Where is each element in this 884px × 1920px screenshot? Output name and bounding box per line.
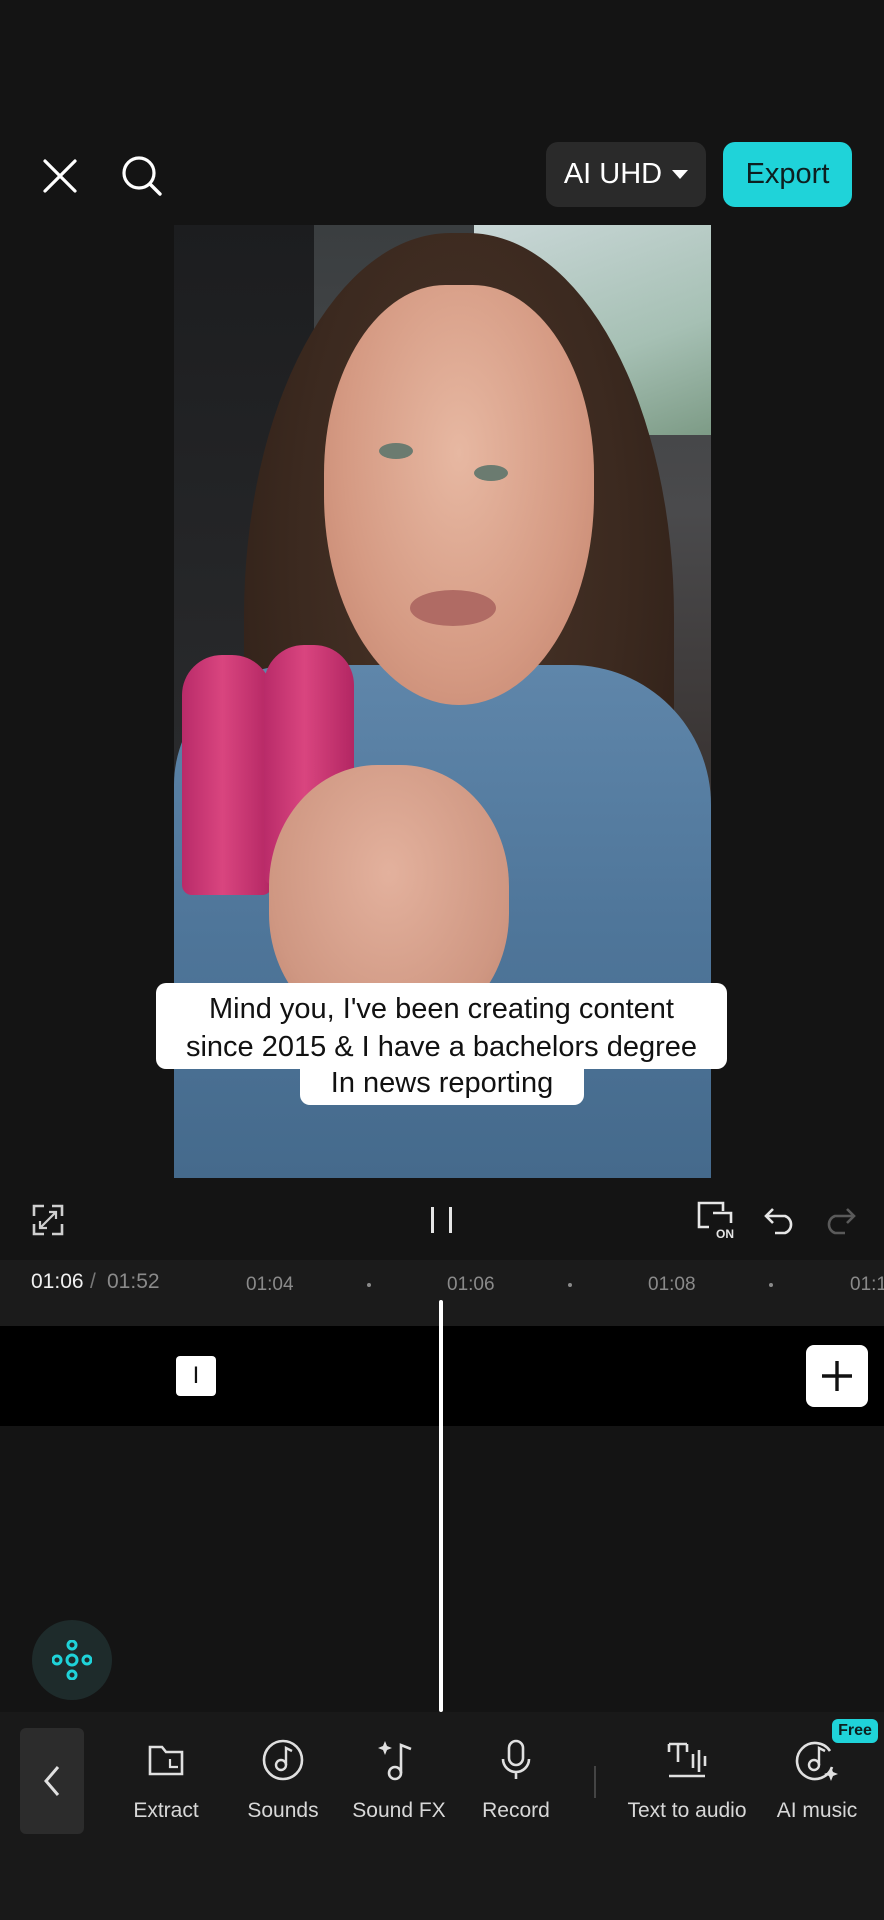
microphone-icon [501,1739,531,1779]
undo-icon [764,1208,793,1235]
keyframe-toggle-button[interactable]: ON [694,1198,742,1242]
tick-label: 01:06 [447,1274,495,1295]
caption-line-2[interactable]: since 2015 & I have a bachelors degree [156,1029,727,1069]
video-person-face [324,285,594,705]
music-disc-icon [262,1739,304,1781]
tool-label: Sound FX [352,1799,446,1822]
export-button[interactable]: Export [723,142,852,207]
keyframe-move-icon [52,1640,92,1680]
video-eye-left [379,443,413,459]
video-eye-right [474,465,508,481]
tool-sounds[interactable]: Sounds [228,1735,338,1823]
fullscreen-button[interactable] [28,1200,68,1240]
music-note-sparkle-icon [378,1741,412,1781]
caret-down-icon [672,170,689,179]
tool-record[interactable]: Record [461,1735,571,1823]
tick-label: 01:04 [246,1274,294,1295]
redo-icon [827,1208,856,1235]
add-clip-button[interactable] [806,1345,868,1407]
playhead[interactable] [439,1300,443,1712]
search-button[interactable] [116,150,168,202]
quality-dropdown[interactable]: AI UHD [546,142,706,207]
caption-line-3[interactable]: In news reporting [300,1065,584,1105]
tool-label: Text to audio [627,1799,747,1822]
tool-extract[interactable]: Extract [111,1735,221,1823]
product-tube-left [182,655,272,895]
current-time: 01:06 [31,1270,84,1293]
folder-icon [148,1745,184,1776]
ai-music-icon [795,1741,838,1781]
text-clip[interactable]: I [176,1356,216,1396]
tool-label: Extract [133,1799,199,1822]
text-clip-label: I [192,1362,200,1389]
video-mouth [410,590,496,626]
tool-label: AI music [776,1799,858,1822]
tool-label: Record [482,1799,550,1822]
tool-sound-fx[interactable]: Sound FX [344,1735,454,1823]
redo-button[interactable] [820,1200,860,1240]
toolbar-divider [594,1766,596,1798]
tool-label: Sounds [247,1799,319,1822]
tick-dot [367,1283,371,1287]
tick-label: 01:10 [850,1274,884,1295]
tick-label: 01:08 [648,1274,696,1295]
caption-line-1[interactable]: Mind you, I've been creating content [156,983,727,1029]
keyframe-floating-button[interactable] [32,1620,112,1700]
pause-icon [431,1207,452,1233]
tick-dot [568,1283,572,1287]
chevron-left-icon [44,1766,60,1796]
tool-ai-music[interactable]: AI music [762,1735,872,1823]
plus-icon [822,1361,852,1391]
close-button[interactable] [36,152,84,200]
search-icon [122,156,162,196]
text-to-audio-icon [667,1742,707,1778]
free-badge: Free [832,1719,878,1743]
quality-label: AI UHD [563,158,663,190]
play-pause-button[interactable] [420,1200,464,1240]
tick-dot [769,1283,773,1287]
fullscreen-icon [32,1204,64,1236]
keyframe-on-icon: ON [697,1201,734,1241]
undo-button[interactable] [760,1200,800,1240]
keyframe-on-label: ON [716,1227,734,1241]
toolbar-back-button[interactable] [20,1728,84,1834]
close-icon [43,159,77,193]
time-separator: / [90,1270,96,1293]
tool-text-to-audio[interactable]: Text to audio [617,1735,757,1823]
total-time: 01:52 [107,1270,160,1293]
